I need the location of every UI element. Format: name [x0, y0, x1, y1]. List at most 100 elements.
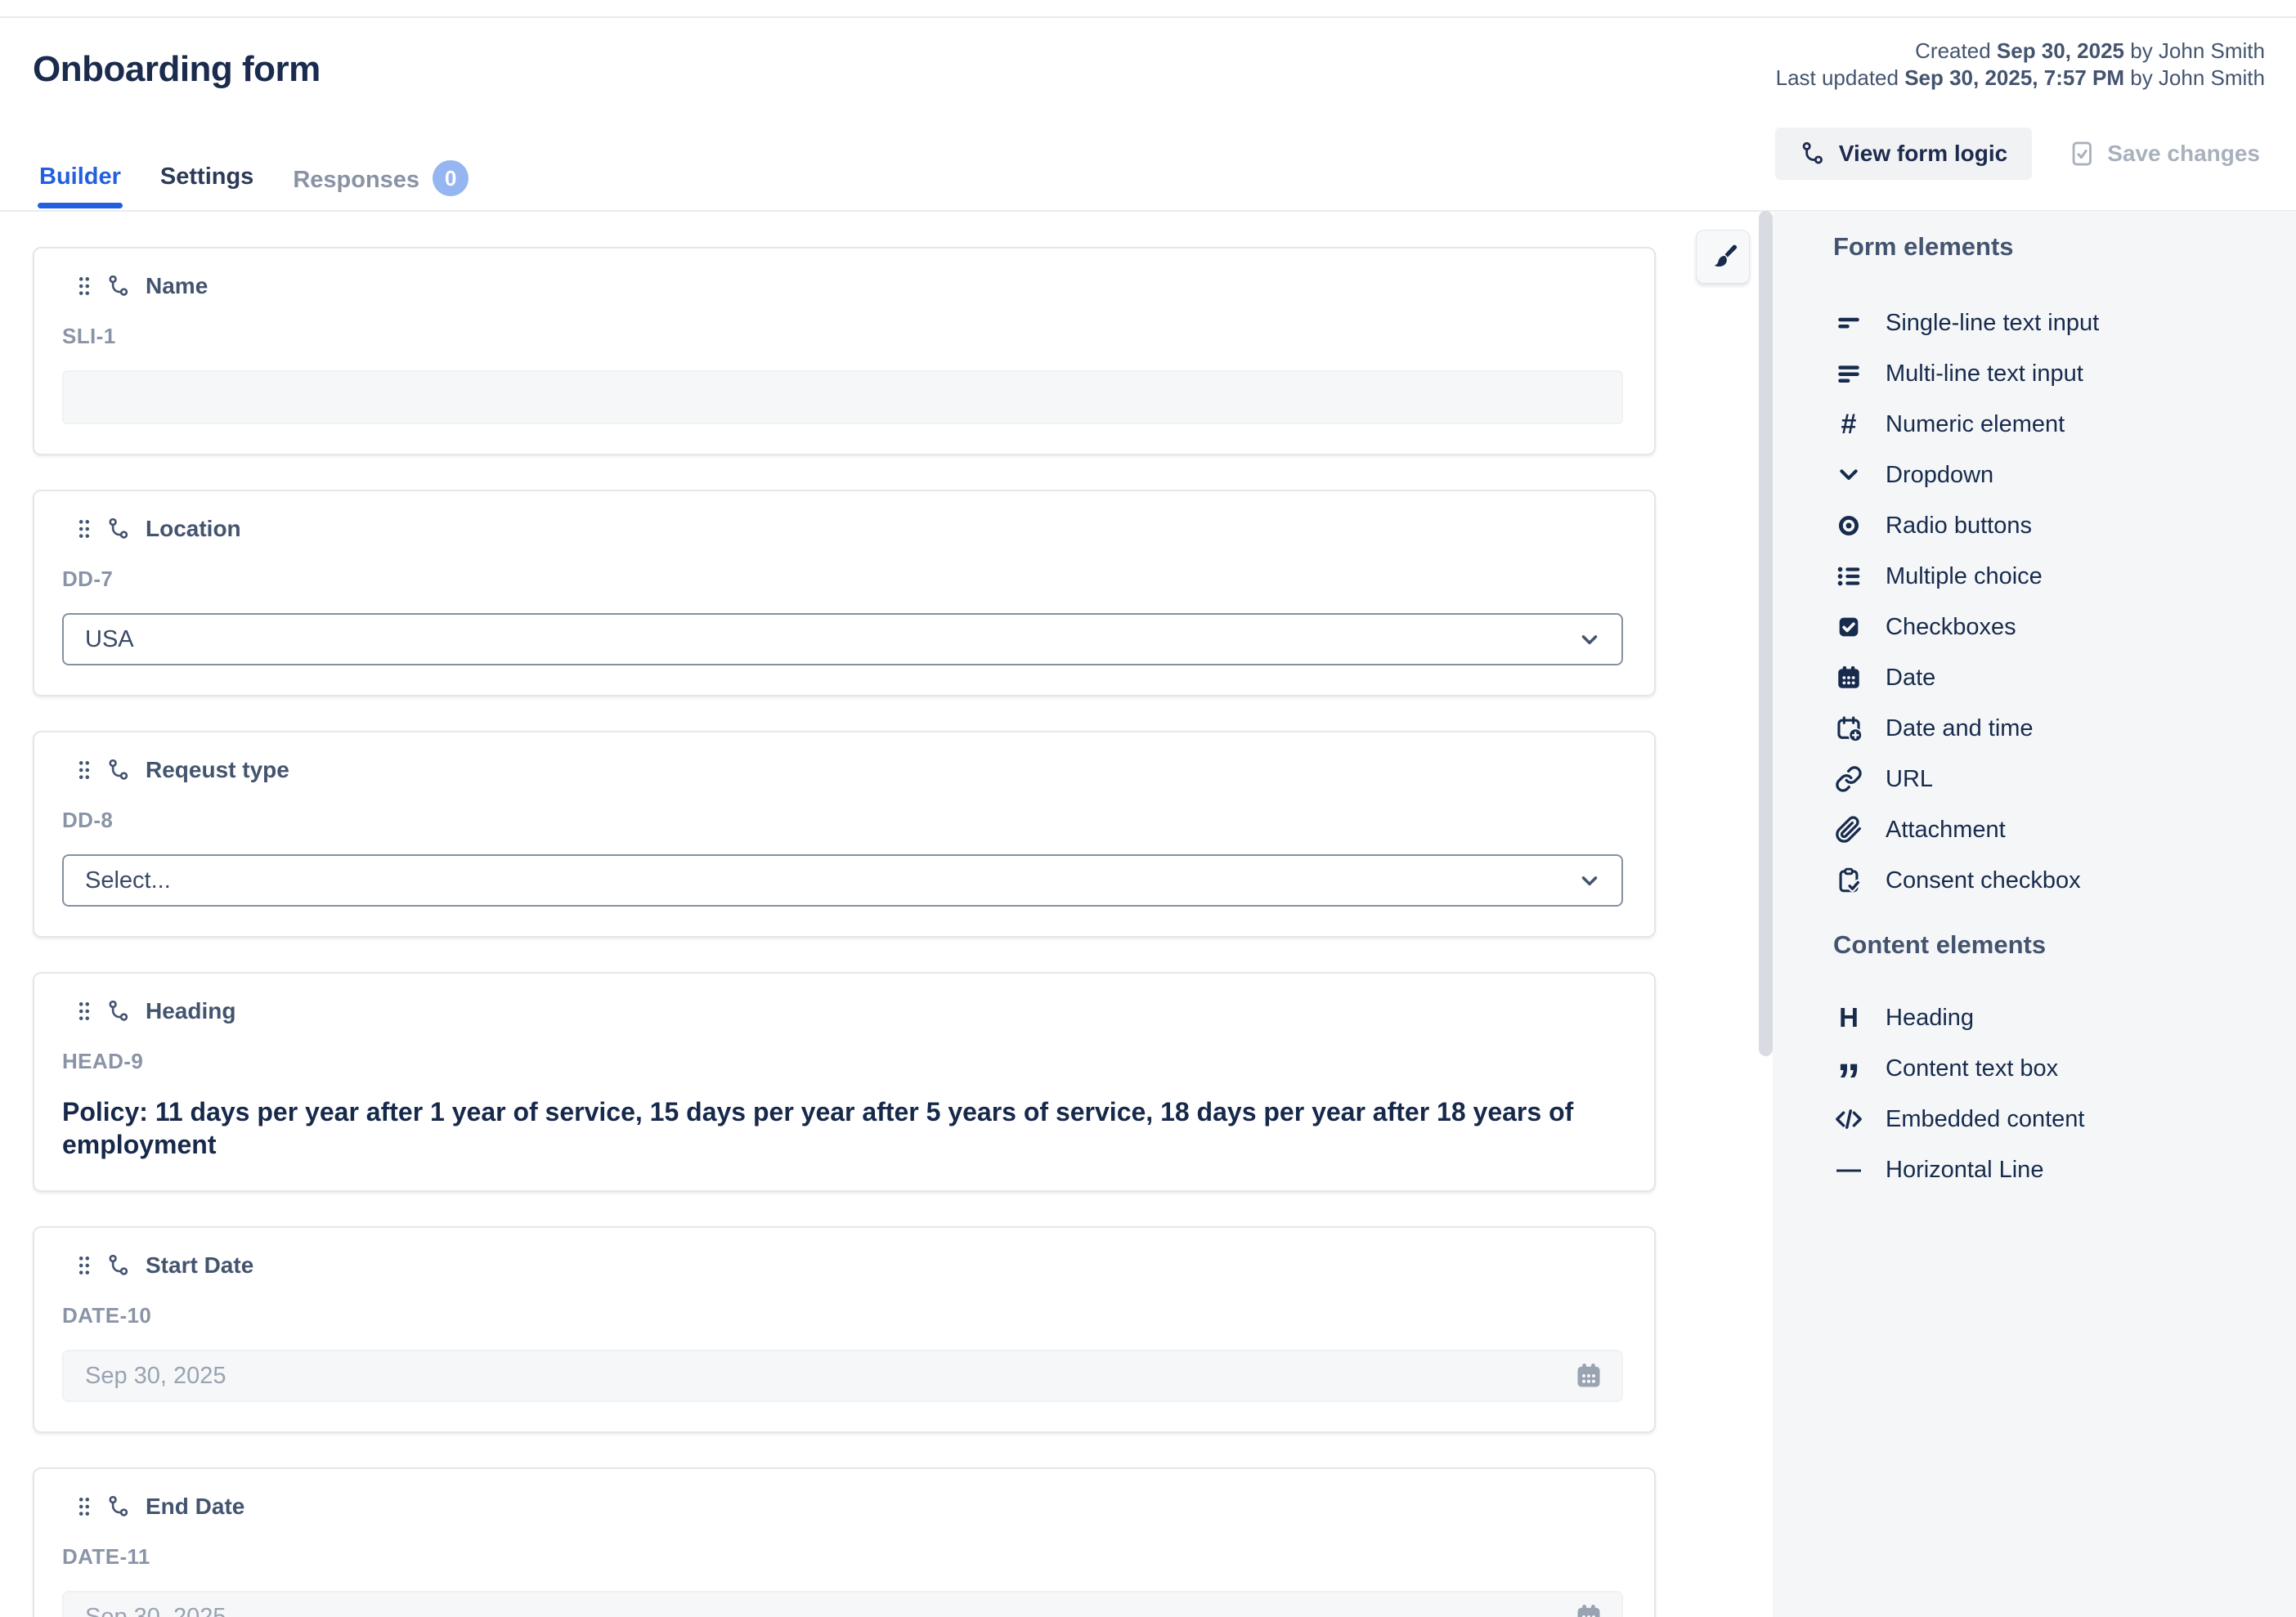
radio-icon [1833, 510, 1864, 541]
field-card-request-type[interactable]: Reqeust type DD-8 Select... [33, 731, 1656, 938]
field-label: Location [146, 516, 241, 542]
field-label: Start Date [146, 1252, 253, 1279]
sidebar-item-embedded-content[interactable]: Embedded content [1833, 1094, 2280, 1144]
link-icon [1833, 764, 1864, 795]
content-elements-title: Content elements [1833, 930, 2280, 960]
drag-handle-icon[interactable] [77, 1255, 92, 1276]
sidebar-item-consent-checkbox[interactable]: Consent checkbox [1833, 855, 2280, 906]
checkbox-icon [1833, 611, 1864, 643]
card-header: Name [77, 273, 1623, 299]
card-header: Start Date [77, 1252, 1623, 1279]
sidebar-item-radio-buttons[interactable]: Radio buttons [1833, 500, 2280, 551]
sidebar-item-attachment[interactable]: Attachment [1833, 804, 2280, 855]
single-line-text-input[interactable] [62, 370, 1623, 424]
calendar-icon [1574, 1602, 1603, 1617]
tab-responses[interactable]: Responses 0 [293, 163, 469, 211]
calendar-icon [1574, 1361, 1603, 1391]
sidebar-item-content-text-box[interactable]: ” Content text box [1833, 1043, 2280, 1094]
save-changes-button[interactable]: Save changes [2063, 139, 2265, 168]
chevron-down-icon [1577, 627, 1602, 652]
field-card-start-date[interactable]: Start Date DATE-10 Sep 30, 2025 [33, 1226, 1656, 1433]
responses-count-badge: 0 [433, 160, 469, 196]
branch-icon [106, 517, 131, 541]
form-builder-page: Onboarding form Created Sep 30, 2025 by … [0, 0, 2296, 1617]
card-header: Heading [77, 998, 1623, 1024]
sidebar-item-checkboxes[interactable]: Checkboxes [1833, 602, 2280, 652]
created-line: Created Sep 30, 2025 by John Smith [1776, 38, 2265, 65]
form-meta: Created Sep 30, 2025 by John Smith Last … [1776, 38, 2265, 92]
single-line-icon [1833, 307, 1864, 338]
sidebar-item-horizontal-line[interactable]: — Horizontal Line [1833, 1144, 2280, 1195]
field-code: DATE-10 [62, 1303, 1623, 1328]
sidebar-item-numeric-element[interactable]: # Numeric element [1833, 399, 2280, 450]
updated-line: Last updated Sep 30, 2025, 7:57 PM by Jo… [1776, 65, 2265, 92]
select-value: USA [85, 626, 134, 653]
field-card-heading[interactable]: Heading HEAD-9 Policy: 11 days per year … [33, 972, 1656, 1192]
active-tab-underline [38, 203, 123, 208]
drag-handle-icon[interactable] [77, 1496, 92, 1517]
drag-handle-icon[interactable] [77, 518, 92, 540]
numeric-icon: # [1833, 409, 1864, 440]
location-select[interactable]: USA [62, 613, 1623, 665]
tab-bar: Builder Settings Responses 0 [39, 163, 469, 211]
calendar-plus-icon [1833, 713, 1864, 744]
top-divider [0, 16, 2296, 18]
field-card-location[interactable]: Location DD-7 USA [33, 490, 1656, 697]
end-date-input[interactable]: Sep 30, 2025 [62, 1591, 1623, 1617]
view-form-logic-button[interactable]: View form logic [1775, 128, 2032, 180]
sidebar-item-date[interactable]: Date [1833, 652, 2280, 703]
calendar-icon [1833, 662, 1864, 693]
horizontal-line-icon: — [1833, 1154, 1864, 1185]
field-label: Reqeust type [146, 757, 289, 783]
drag-handle-icon[interactable] [77, 275, 92, 297]
field-code: SLI-1 [62, 324, 1623, 349]
drag-handle-icon[interactable] [77, 1001, 92, 1022]
paperclip-icon [1833, 814, 1864, 845]
field-code: DD-7 [62, 567, 1623, 592]
field-label: Name [146, 273, 208, 299]
branch-icon [106, 758, 131, 782]
header-actions: View form logic Save changes [1775, 128, 2265, 180]
paintbrush-icon [1707, 241, 1738, 272]
date-placeholder: Sep 30, 2025 [85, 1363, 226, 1390]
sidebar-item-single-line-text-input[interactable]: Single-line text input [1833, 298, 2280, 348]
sidebar-item-multi-line-text-input[interactable]: Multi-line text input [1833, 348, 2280, 399]
tab-settings[interactable]: Settings [160, 163, 253, 205]
field-card-end-date[interactable]: End Date DATE-11 Sep 30, 2025 [33, 1467, 1656, 1617]
drag-handle-icon[interactable] [77, 759, 92, 781]
form-canvas: Name SLI-1 Location DD-7 USA [33, 247, 1656, 1617]
branch-icon [106, 274, 131, 298]
sidebar-item-dropdown[interactable]: Dropdown [1833, 450, 2280, 500]
heading-text: Policy: 11 days per year after 1 year of… [62, 1095, 1623, 1161]
quote-icon: ” [1833, 1053, 1864, 1084]
date-placeholder: Sep 30, 2025 [85, 1604, 226, 1617]
style-brush-button[interactable] [1696, 230, 1750, 284]
sidebar-item-heading[interactable]: H Heading [1833, 992, 2280, 1043]
card-header: Location [77, 516, 1623, 542]
field-code: HEAD-9 [62, 1049, 1623, 1074]
canvas-scrollbar-thumb[interactable] [1759, 211, 1773, 1056]
chevron-down-icon [1833, 459, 1864, 490]
sidebar-item-multiple-choice[interactable]: Multiple choice [1833, 551, 2280, 602]
multi-line-icon [1833, 358, 1864, 389]
elements-sidebar: Form elements Single-line text input Mul… [1773, 211, 2296, 1617]
list-icon [1833, 561, 1864, 592]
request-type-select[interactable]: Select... [62, 854, 1623, 907]
start-date-input[interactable]: Sep 30, 2025 [62, 1350, 1623, 1402]
card-header: Reqeust type [77, 757, 1623, 783]
field-code: DD-8 [62, 808, 1623, 833]
sidebar-item-url[interactable]: URL [1833, 754, 2280, 804]
page-title: Onboarding form [33, 49, 321, 90]
sidebar-item-date-and-time[interactable]: Date and time [1833, 703, 2280, 754]
branch-icon [1800, 141, 1826, 167]
field-label: End Date [146, 1494, 244, 1520]
chevron-down-icon [1577, 868, 1602, 893]
field-code: DATE-11 [62, 1544, 1623, 1570]
select-placeholder: Select... [85, 867, 171, 894]
document-check-icon [2068, 140, 2096, 168]
tab-builder[interactable]: Builder [39, 163, 121, 205]
field-card-name[interactable]: Name SLI-1 [33, 247, 1656, 455]
field-label: Heading [146, 998, 235, 1024]
code-icon [1833, 1104, 1864, 1135]
clipboard-check-icon [1833, 865, 1864, 896]
